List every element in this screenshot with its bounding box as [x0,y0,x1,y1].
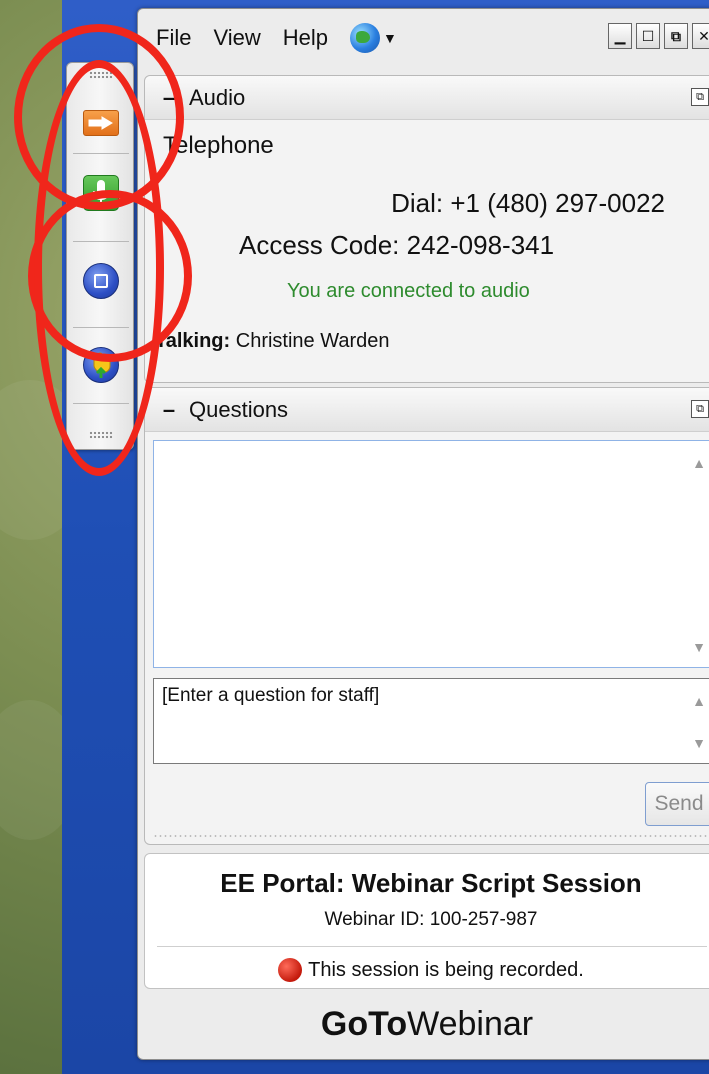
send-button[interactable]: Send [645,782,709,826]
menu-help[interactable]: Help [283,25,328,51]
audio-header-label: Audio [189,84,246,110]
raise-hand-button[interactable] [81,345,121,385]
restore-icon[interactable]: ⧉ [664,23,688,49]
recording-text: This session is being recorded. [308,958,584,981]
recording-notice: This session is being recorded. [145,958,709,982]
scroll-down-icon[interactable]: ▼ [692,639,706,655]
show-hide-control-panel-button[interactable] [81,103,121,143]
brand-bold: GoTo [320,1005,408,1043]
scroll-up-icon[interactable]: ▲ [692,455,706,471]
questions-panel: – Questions ⧉ ▲ ▼ [Enter a question for … [144,387,709,845]
scroll-up-icon[interactable]: ▲ [692,693,706,709]
session-info: EE Portal: Webinar Script Session Webina… [144,853,709,989]
talking-label: Talking: [155,330,231,352]
microphone-button[interactable] [81,173,121,213]
dial-number: Dial: +1 (480) 297-0022 [391,188,665,218]
microphone-icon [83,175,119,211]
resize-handle[interactable] [153,834,709,838]
control-panel [66,62,134,450]
audio-mode[interactable]: Telephone [145,120,709,160]
menu-file[interactable]: File [156,25,191,51]
panel-grip-top[interactable] [89,71,113,79]
panel-grip-bottom[interactable] [89,431,113,439]
window-controls: ▁ ☐ ⧉ ✕ [608,23,709,49]
session-title: EE Portal: Webinar Script Session [220,868,642,898]
collapse-icon[interactable]: – [161,397,177,422]
globe-icon [350,23,380,53]
screen-view-button[interactable] [81,261,121,301]
caret-down-icon: ▼ [383,30,397,46]
webinar-window: File View Help ▼ ▁ ☐ ⧉ ✕ – Audio ⧉ Telep… [137,8,709,1060]
popout-icon[interactable]: ⧉ [691,400,709,418]
audio-panel: – Audio ⧉ Telephone Dial: +1 (480) 297-0… [144,75,709,383]
minimize-icon[interactable]: ▁ [608,23,632,49]
popout-icon[interactable]: ⧉ [691,88,709,106]
maximize-icon[interactable]: ☐ [636,23,660,49]
recording-icon [278,958,303,982]
question-input[interactable]: [Enter a question for staff] ▲ ▼ [153,678,709,764]
menu-bar: File View Help ▼ ▁ ☐ ⧉ ✕ [138,9,709,67]
collapse-icon[interactable]: – [161,85,177,110]
close-icon[interactable]: ✕ [692,23,709,49]
questions-panel-header[interactable]: – Questions ⧉ [145,388,709,432]
question-input-placeholder: [Enter a question for staff] [162,685,380,706]
talking-row: Talking: Christine Warden [155,330,390,353]
arrow-right-icon [83,110,119,136]
menu-view[interactable]: View [213,25,260,51]
brand-regular: Webinar [407,1005,534,1043]
access-code: Access Code: 242-098-341 [239,230,555,260]
stop-square-icon [83,263,119,299]
raise-hand-icon [83,347,119,383]
audio-status: You are connected to audio [287,280,530,302]
webinar-id: Webinar ID: 100-257-987 [324,909,538,930]
questions-header-label: Questions [189,396,289,422]
brand-logo: GoToWebinar [138,995,709,1055]
audio-panel-header[interactable]: – Audio ⧉ [145,76,709,120]
scroll-down-icon[interactable]: ▼ [692,735,706,751]
talking-name: Christine Warden [235,330,390,352]
questions-log[interactable]: ▲ ▼ [153,440,709,668]
language-menu[interactable]: ▼ [350,23,397,53]
